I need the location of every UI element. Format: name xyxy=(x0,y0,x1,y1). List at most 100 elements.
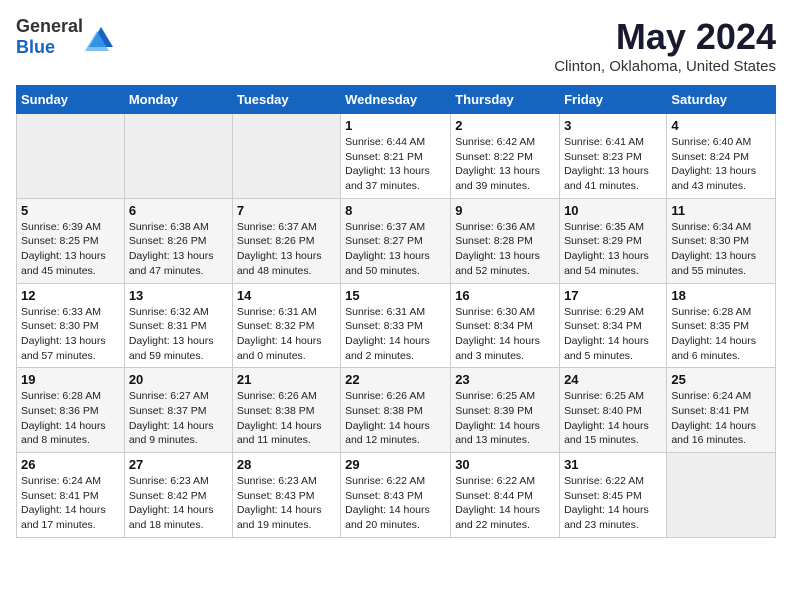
calendar-cell: 5 Sunrise: 6:39 AMSunset: 8:25 PMDaylight… xyxy=(17,198,125,283)
day-info: Sunrise: 6:27 AMSunset: 8:37 PMDaylight:… xyxy=(129,389,228,448)
calendar-cell: 1 Sunrise: 6:44 AMSunset: 8:21 PMDaylight… xyxy=(341,114,451,199)
logo: General Blue xyxy=(16,16,117,58)
day-info: Sunrise: 6:36 AMSunset: 8:28 PMDaylight:… xyxy=(455,220,555,279)
day-info: Sunrise: 6:22 AMSunset: 8:45 PMDaylight:… xyxy=(564,474,662,533)
day-number: 7 xyxy=(237,203,336,218)
calendar-cell: 20 Sunrise: 6:27 AMSunset: 8:37 PMDayligh… xyxy=(124,368,232,453)
day-number: 17 xyxy=(564,288,662,303)
day-number: 11 xyxy=(671,203,771,218)
day-info: Sunrise: 6:32 AMSunset: 8:31 PMDaylight:… xyxy=(129,305,228,364)
calendar-cell xyxy=(232,114,340,199)
logo-text: General Blue xyxy=(16,16,83,58)
calendar-cell: 25 Sunrise: 6:24 AMSunset: 8:41 PMDayligh… xyxy=(667,368,776,453)
day-info: Sunrise: 6:28 AMSunset: 8:35 PMDaylight:… xyxy=(671,305,771,364)
day-number: 4 xyxy=(671,118,771,133)
calendar-cell: 15 Sunrise: 6:31 AMSunset: 8:33 PMDayligh… xyxy=(341,283,451,368)
day-number: 25 xyxy=(671,372,771,387)
calendar-cell: 27Sunrise: 6:23 AMSunset: 8:42 PMDayligh… xyxy=(124,453,232,538)
calendar-cell xyxy=(667,453,776,538)
calendar-cell: 19 Sunrise: 6:28 AMSunset: 8:36 PMDayligh… xyxy=(17,368,125,453)
logo-icon xyxy=(85,23,117,51)
day-info: Sunrise: 6:40 AMSunset: 8:24 PMDaylight:… xyxy=(671,135,771,194)
calendar-cell: 28 Sunrise: 6:23 AMSunset: 8:43 PMDayligh… xyxy=(232,453,340,538)
day-number: 29 xyxy=(345,457,446,472)
day-info: Sunrise: 6:22 AMSunset: 8:43 PMDaylight:… xyxy=(345,474,446,533)
day-number: 15 xyxy=(345,288,446,303)
col-header-tuesday: Tuesday xyxy=(232,86,340,114)
day-number: 21 xyxy=(237,372,336,387)
day-number: 20 xyxy=(129,372,228,387)
calendar-cell: 6Sunrise: 6:38 AMSunset: 8:26 PMDaylight… xyxy=(124,198,232,283)
day-number: 8 xyxy=(345,203,446,218)
col-header-monday: Monday xyxy=(124,86,232,114)
calendar-cell: 3Sunrise: 6:41 AMSunset: 8:23 PMDaylight… xyxy=(560,114,667,199)
title-area: May 2024 Clinton, Oklahoma, United State… xyxy=(554,16,776,75)
day-info: Sunrise: 6:23 AMSunset: 8:43 PMDaylight:… xyxy=(237,474,336,533)
day-info: Sunrise: 6:29 AMSunset: 8:34 PMDaylight:… xyxy=(564,305,662,364)
day-number: 13 xyxy=(129,288,228,303)
calendar-cell: 8 Sunrise: 6:37 AMSunset: 8:27 PMDaylight… xyxy=(341,198,451,283)
calendar-cell: 29 Sunrise: 6:22 AMSunset: 8:43 PMDayligh… xyxy=(341,453,451,538)
day-info: Sunrise: 6:39 AMSunset: 8:25 PMDaylight:… xyxy=(21,220,120,279)
day-number: 30 xyxy=(455,457,555,472)
day-number: 16 xyxy=(455,288,555,303)
day-number: 24 xyxy=(564,372,662,387)
day-info: Sunrise: 6:34 AMSunset: 8:30 PMDaylight:… xyxy=(671,220,771,279)
subtitle: Clinton, Oklahoma, United States xyxy=(554,58,776,75)
calendar-week-row: 19 Sunrise: 6:28 AMSunset: 8:36 PMDayligh… xyxy=(17,368,776,453)
day-number: 28 xyxy=(237,457,336,472)
calendar-cell: 18Sunrise: 6:28 AMSunset: 8:35 PMDayligh… xyxy=(667,283,776,368)
day-info: Sunrise: 6:26 AMSunset: 8:38 PMDaylight:… xyxy=(345,389,446,448)
day-number: 19 xyxy=(21,372,120,387)
day-number: 3 xyxy=(564,118,662,133)
calendar-cell: 16Sunrise: 6:30 AMSunset: 8:34 PMDayligh… xyxy=(451,283,560,368)
col-header-friday: Friday xyxy=(560,86,667,114)
day-number: 22 xyxy=(345,372,446,387)
calendar-cell: 22 Sunrise: 6:26 AMSunset: 8:38 PMDayligh… xyxy=(341,368,451,453)
col-header-sunday: Sunday xyxy=(17,86,125,114)
day-info: Sunrise: 6:22 AMSunset: 8:44 PMDaylight:… xyxy=(455,474,555,533)
day-info: Sunrise: 6:28 AMSunset: 8:36 PMDaylight:… xyxy=(21,389,120,448)
calendar-cell: 12Sunrise: 6:33 AMSunset: 8:30 PMDayligh… xyxy=(17,283,125,368)
calendar-cell: 14Sunrise: 6:31 AMSunset: 8:32 PMDayligh… xyxy=(232,283,340,368)
day-number: 14 xyxy=(237,288,336,303)
calendar-cell: 17 Sunrise: 6:29 AMSunset: 8:34 PMDayligh… xyxy=(560,283,667,368)
calendar-cell: 11 Sunrise: 6:34 AMSunset: 8:30 PMDayligh… xyxy=(667,198,776,283)
calendar-header-row: SundayMondayTuesdayWednesdayThursdayFrid… xyxy=(17,86,776,114)
day-info: Sunrise: 6:31 AMSunset: 8:33 PMDaylight:… xyxy=(345,305,446,364)
calendar-cell: 10Sunrise: 6:35 AMSunset: 8:29 PMDayligh… xyxy=(560,198,667,283)
calendar-cell xyxy=(124,114,232,199)
calendar-week-row: 1 Sunrise: 6:44 AMSunset: 8:21 PMDaylight… xyxy=(17,114,776,199)
day-info: Sunrise: 6:26 AMSunset: 8:38 PMDaylight:… xyxy=(237,389,336,448)
calendar-cell: 23 Sunrise: 6:25 AMSunset: 8:39 PMDayligh… xyxy=(451,368,560,453)
calendar-cell: 26Sunrise: 6:24 AMSunset: 8:41 PMDayligh… xyxy=(17,453,125,538)
day-number: 23 xyxy=(455,372,555,387)
day-number: 12 xyxy=(21,288,120,303)
col-header-wednesday: Wednesday xyxy=(341,86,451,114)
calendar-week-row: 12Sunrise: 6:33 AMSunset: 8:30 PMDayligh… xyxy=(17,283,776,368)
day-number: 5 xyxy=(21,203,120,218)
day-number: 9 xyxy=(455,203,555,218)
day-info: Sunrise: 6:44 AMSunset: 8:21 PMDaylight:… xyxy=(345,135,446,194)
main-title: May 2024 xyxy=(554,16,776,58)
day-number: 31 xyxy=(564,457,662,472)
logo-blue: Blue xyxy=(16,37,55,57)
calendar-cell: 21 Sunrise: 6:26 AMSunset: 8:38 PMDayligh… xyxy=(232,368,340,453)
calendar-week-row: 26Sunrise: 6:24 AMSunset: 8:41 PMDayligh… xyxy=(17,453,776,538)
col-header-thursday: Thursday xyxy=(451,86,560,114)
day-number: 1 xyxy=(345,118,446,133)
calendar-cell: 24Sunrise: 6:25 AMSunset: 8:40 PMDayligh… xyxy=(560,368,667,453)
day-info: Sunrise: 6:25 AMSunset: 8:39 PMDaylight:… xyxy=(455,389,555,448)
calendar-cell: 30 Sunrise: 6:22 AMSunset: 8:44 PMDayligh… xyxy=(451,453,560,538)
calendar-cell xyxy=(17,114,125,199)
day-number: 26 xyxy=(21,457,120,472)
day-info: Sunrise: 6:38 AMSunset: 8:26 PMDaylight:… xyxy=(129,220,228,279)
day-info: Sunrise: 6:24 AMSunset: 8:41 PMDaylight:… xyxy=(671,389,771,448)
calendar-cell: 13 Sunrise: 6:32 AMSunset: 8:31 PMDayligh… xyxy=(124,283,232,368)
day-info: Sunrise: 6:37 AMSunset: 8:27 PMDaylight:… xyxy=(345,220,446,279)
day-info: Sunrise: 6:42 AMSunset: 8:22 PMDaylight:… xyxy=(455,135,555,194)
logo-general: General xyxy=(16,16,83,36)
day-info: Sunrise: 6:37 AMSunset: 8:26 PMDaylight:… xyxy=(237,220,336,279)
day-info: Sunrise: 6:35 AMSunset: 8:29 PMDaylight:… xyxy=(564,220,662,279)
col-header-saturday: Saturday xyxy=(667,86,776,114)
